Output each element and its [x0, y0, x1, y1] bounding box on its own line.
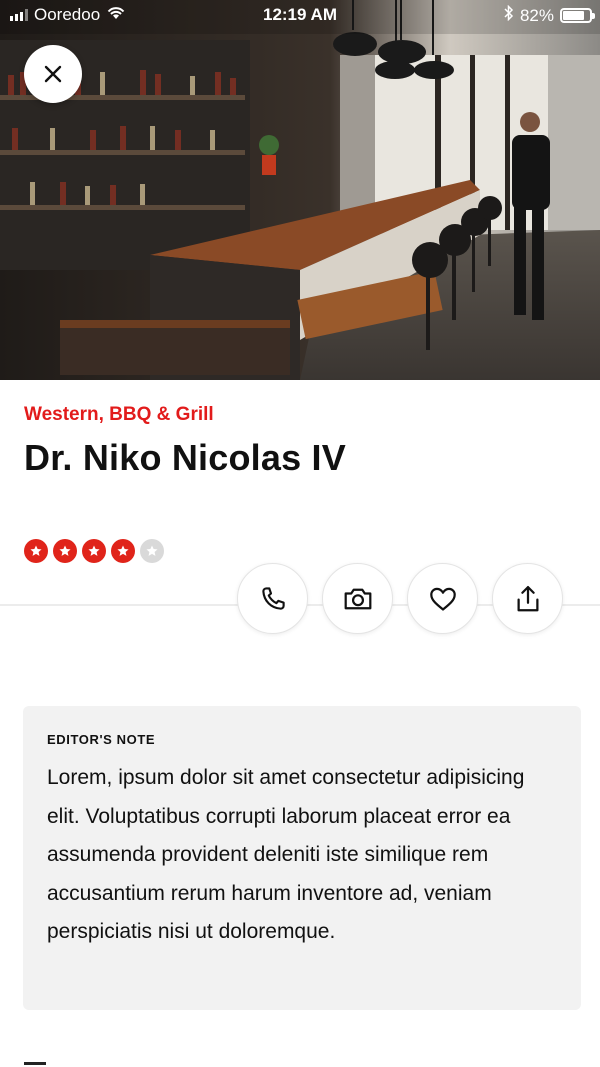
photo-button[interactable]: [322, 563, 393, 634]
editors-note-text: Lorem, ipsum dolor sit amet consectetur …: [47, 766, 525, 943]
phone-icon: [261, 586, 285, 610]
star-icon: [111, 539, 135, 563]
close-button[interactable]: [24, 45, 82, 103]
favorite-button[interactable]: [407, 563, 478, 634]
restaurant-interior-image: [0, 0, 600, 380]
star-rating: [24, 539, 164, 563]
star-icon: [53, 539, 77, 563]
battery-percentage: 82%: [519, 5, 554, 25]
next-section-peek: [24, 1056, 64, 1067]
bluetooth-icon: [504, 4, 514, 26]
share-button[interactable]: [492, 563, 563, 634]
status-bar: Ooredoo 12:19 AM 82%: [0, 0, 600, 32]
battery-icon: [560, 8, 595, 23]
star-icon: [24, 539, 48, 563]
editors-note-card: EDITOR'S NOTE Lorem, ipsum dolor sit ame…: [23, 706, 581, 1010]
heart-icon: [429, 587, 456, 611]
star-icon: [140, 539, 164, 563]
action-bar: [237, 563, 563, 634]
call-button[interactable]: [237, 563, 308, 634]
camera-icon: [344, 588, 371, 609]
hero-photo: [0, 0, 600, 380]
restaurant-category: Western, BBQ & Grill: [24, 404, 214, 425]
close-icon: [44, 65, 62, 83]
restaurant-name: Dr. Niko Nicolas IV: [24, 437, 346, 478]
editors-note-label: EDITOR'S NOTE: [47, 732, 156, 747]
share-icon: [517, 585, 538, 611]
star-icon: [82, 539, 106, 563]
